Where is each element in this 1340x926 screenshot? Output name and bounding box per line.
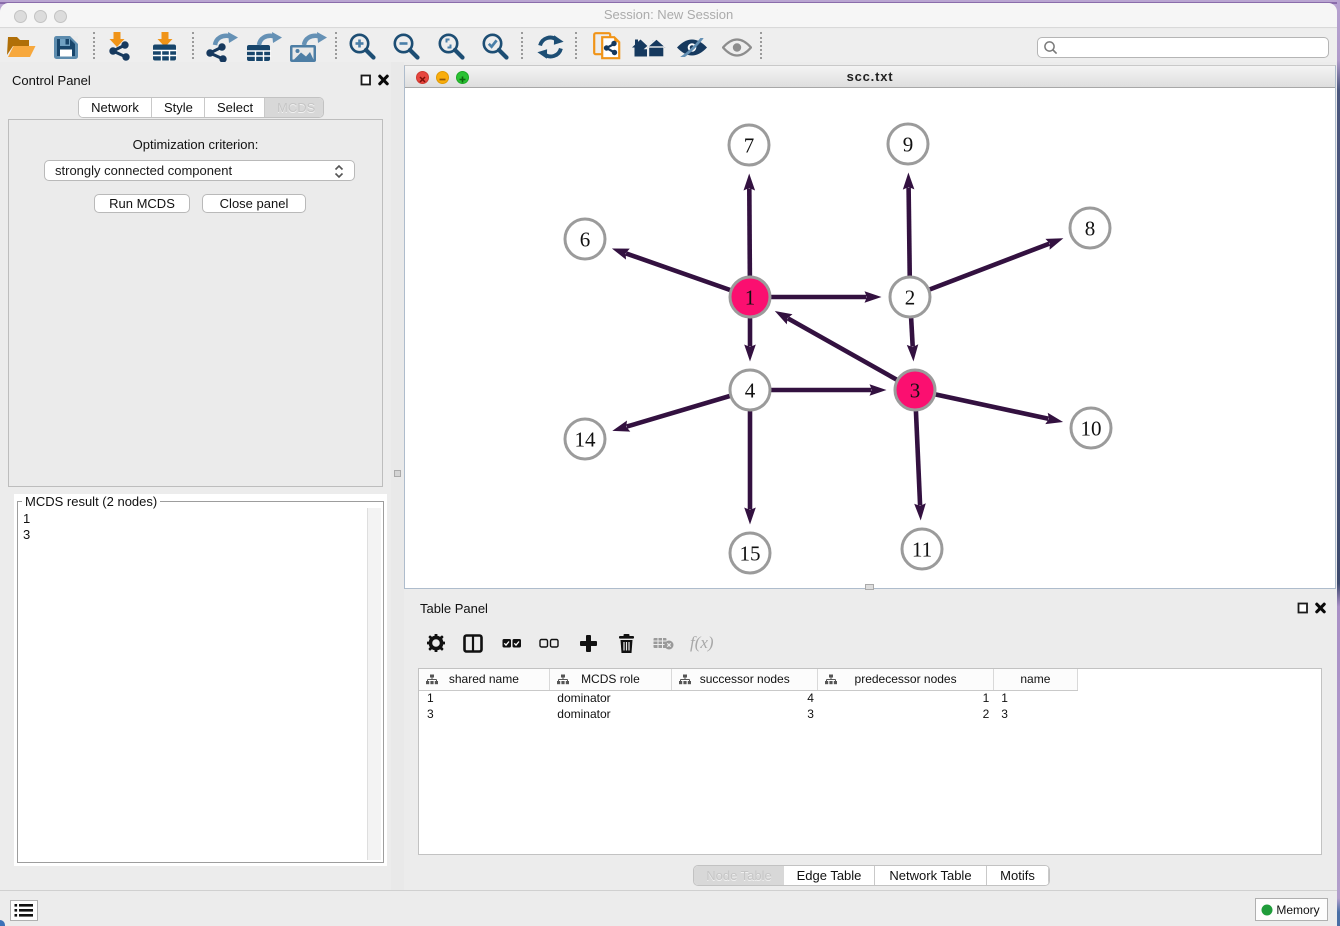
svg-text:6: 6 — [580, 228, 591, 252]
svg-text:11: 11 — [912, 538, 932, 562]
svg-text:3: 3 — [910, 379, 921, 403]
svg-text:9: 9 — [903, 133, 914, 157]
svg-text:1: 1 — [745, 286, 756, 310]
svg-text:4: 4 — [745, 379, 756, 403]
svg-text:7: 7 — [744, 134, 755, 158]
svg-text:8: 8 — [1085, 217, 1096, 241]
svg-text:15: 15 — [740, 542, 761, 566]
svg-text:10: 10 — [1081, 417, 1102, 441]
svg-text:14: 14 — [575, 428, 597, 452]
svg-text:2: 2 — [905, 286, 916, 310]
